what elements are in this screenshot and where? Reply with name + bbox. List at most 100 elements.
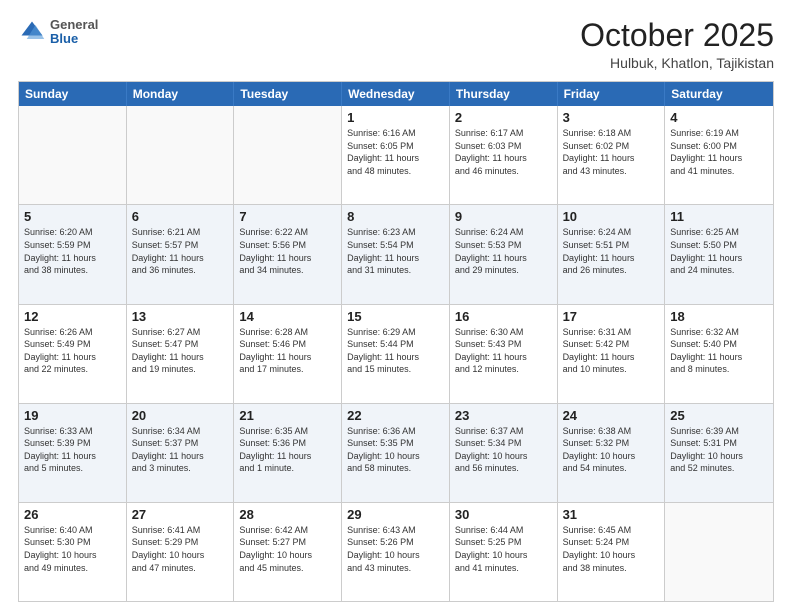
day-info: Sunrise: 6:24 AM Sunset: 5:51 PM Dayligh… — [563, 226, 660, 276]
day-info: Sunrise: 6:20 AM Sunset: 5:59 PM Dayligh… — [24, 226, 121, 276]
day-number: 30 — [455, 507, 552, 522]
day-number: 21 — [239, 408, 336, 423]
day-info: Sunrise: 6:17 AM Sunset: 6:03 PM Dayligh… — [455, 127, 552, 177]
header-day-sunday: Sunday — [19, 82, 127, 106]
calendar-cell: 19 Sunrise: 6:33 AM Sunset: 5:39 PM Dayli… — [19, 404, 127, 502]
location: Hulbuk, Khatlon, Tajikistan — [580, 55, 774, 71]
page: General Blue October 2025 Hulbuk, Khatlo… — [0, 0, 792, 612]
day-number: 13 — [132, 309, 229, 324]
calendar-cell: 5 Sunrise: 6:20 AM Sunset: 5:59 PM Daylig… — [19, 205, 127, 303]
day-number: 27 — [132, 507, 229, 522]
day-number: 3 — [563, 110, 660, 125]
day-number: 23 — [455, 408, 552, 423]
day-number: 12 — [24, 309, 121, 324]
day-info: Sunrise: 6:41 AM Sunset: 5:29 PM Dayligh… — [132, 524, 229, 574]
day-info: Sunrise: 6:38 AM Sunset: 5:32 PM Dayligh… — [563, 425, 660, 475]
day-info: Sunrise: 6:29 AM Sunset: 5:44 PM Dayligh… — [347, 326, 444, 376]
calendar-cell: 26Sunrise: 6:40 AM Sunset: 5:30 PM Dayli… — [19, 503, 127, 601]
day-number: 29 — [347, 507, 444, 522]
day-info: Sunrise: 6:23 AM Sunset: 5:54 PM Dayligh… — [347, 226, 444, 276]
logo-text: General Blue — [50, 18, 98, 47]
calendar-cell: 9 Sunrise: 6:24 AM Sunset: 5:53 PM Daylig… — [450, 205, 558, 303]
calendar-body: 1 Sunrise: 6:16 AM Sunset: 6:05 PM Daylig… — [19, 106, 773, 601]
day-info: Sunrise: 6:31 AM Sunset: 5:42 PM Dayligh… — [563, 326, 660, 376]
calendar-cell — [19, 106, 127, 204]
calendar-cell: 31 Sunrise: 6:45 AM Sunset: 5:24 PM Dayli… — [558, 503, 666, 601]
day-number: 11 — [670, 209, 768, 224]
day-number: 10 — [563, 209, 660, 224]
calendar-cell: 25Sunrise: 6:39 AM Sunset: 5:31 PM Dayli… — [665, 404, 773, 502]
day-info: Sunrise: 6:30 AM Sunset: 5:43 PM Dayligh… — [455, 326, 552, 376]
calendar-row-2: 12Sunrise: 6:26 AM Sunset: 5:49 PM Dayli… — [19, 305, 773, 404]
day-info: Sunrise: 6:33 AM Sunset: 5:39 PM Dayligh… — [24, 425, 121, 475]
calendar-cell: 15 Sunrise: 6:29 AM Sunset: 5:44 PM Dayli… — [342, 305, 450, 403]
calendar-cell — [127, 106, 235, 204]
day-number: 8 — [347, 209, 444, 224]
calendar-row-4: 26Sunrise: 6:40 AM Sunset: 5:30 PM Dayli… — [19, 503, 773, 601]
calendar-cell: 17 Sunrise: 6:31 AM Sunset: 5:42 PM Dayli… — [558, 305, 666, 403]
day-number: 20 — [132, 408, 229, 423]
calendar-cell: 30Sunrise: 6:44 AM Sunset: 5:25 PM Dayli… — [450, 503, 558, 601]
day-number: 25 — [670, 408, 768, 423]
calendar-cell: 1 Sunrise: 6:16 AM Sunset: 6:05 PM Daylig… — [342, 106, 450, 204]
day-number: 31 — [563, 507, 660, 522]
day-info: Sunrise: 6:43 AM Sunset: 5:26 PM Dayligh… — [347, 524, 444, 574]
calendar-row-0: 1 Sunrise: 6:16 AM Sunset: 6:05 PM Daylig… — [19, 106, 773, 205]
logo: General Blue — [18, 18, 98, 47]
calendar-cell — [665, 503, 773, 601]
day-info: Sunrise: 6:24 AM Sunset: 5:53 PM Dayligh… — [455, 226, 552, 276]
calendar-cell: 22 Sunrise: 6:36 AM Sunset: 5:35 PM Dayli… — [342, 404, 450, 502]
day-number: 28 — [239, 507, 336, 522]
header: General Blue October 2025 Hulbuk, Khatlo… — [18, 18, 774, 71]
calendar-cell: 8 Sunrise: 6:23 AM Sunset: 5:54 PM Daylig… — [342, 205, 450, 303]
day-number: 16 — [455, 309, 552, 324]
day-number: 4 — [670, 110, 768, 125]
day-info: Sunrise: 6:22 AM Sunset: 5:56 PM Dayligh… — [239, 226, 336, 276]
day-info: Sunrise: 6:32 AM Sunset: 5:40 PM Dayligh… — [670, 326, 768, 376]
day-info: Sunrise: 6:45 AM Sunset: 5:24 PM Dayligh… — [563, 524, 660, 574]
calendar-row-3: 19 Sunrise: 6:33 AM Sunset: 5:39 PM Dayli… — [19, 404, 773, 503]
header-day-monday: Monday — [127, 82, 235, 106]
calendar-row-1: 5 Sunrise: 6:20 AM Sunset: 5:59 PM Daylig… — [19, 205, 773, 304]
day-number: 7 — [239, 209, 336, 224]
calendar-cell: 2 Sunrise: 6:17 AM Sunset: 6:03 PM Daylig… — [450, 106, 558, 204]
day-info: Sunrise: 6:36 AM Sunset: 5:35 PM Dayligh… — [347, 425, 444, 475]
month-title: October 2025 — [580, 18, 774, 53]
day-info: Sunrise: 6:34 AM Sunset: 5:37 PM Dayligh… — [132, 425, 229, 475]
logo-icon — [18, 18, 46, 46]
calendar-cell: 10 Sunrise: 6:24 AM Sunset: 5:51 PM Dayli… — [558, 205, 666, 303]
header-day-saturday: Saturday — [665, 82, 773, 106]
day-number: 1 — [347, 110, 444, 125]
calendar-cell: 16 Sunrise: 6:30 AM Sunset: 5:43 PM Dayli… — [450, 305, 558, 403]
calendar-cell: 27 Sunrise: 6:41 AM Sunset: 5:29 PM Dayli… — [127, 503, 235, 601]
logo-blue: Blue — [50, 32, 98, 46]
day-info: Sunrise: 6:37 AM Sunset: 5:34 PM Dayligh… — [455, 425, 552, 475]
day-number: 26 — [24, 507, 121, 522]
calendar-cell: 28Sunrise: 6:42 AM Sunset: 5:27 PM Dayli… — [234, 503, 342, 601]
day-info: Sunrise: 6:27 AM Sunset: 5:47 PM Dayligh… — [132, 326, 229, 376]
calendar-cell: 20 Sunrise: 6:34 AM Sunset: 5:37 PM Dayli… — [127, 404, 235, 502]
calendar-cell: 11 Sunrise: 6:25 AM Sunset: 5:50 PM Dayli… — [665, 205, 773, 303]
day-info: Sunrise: 6:16 AM Sunset: 6:05 PM Dayligh… — [347, 127, 444, 177]
day-number: 15 — [347, 309, 444, 324]
calendar-cell: 29 Sunrise: 6:43 AM Sunset: 5:26 PM Dayli… — [342, 503, 450, 601]
calendar-cell: 12Sunrise: 6:26 AM Sunset: 5:49 PM Dayli… — [19, 305, 127, 403]
day-info: Sunrise: 6:35 AM Sunset: 5:36 PM Dayligh… — [239, 425, 336, 475]
logo-general: General — [50, 18, 98, 32]
day-info: Sunrise: 6:25 AM Sunset: 5:50 PM Dayligh… — [670, 226, 768, 276]
calendar-cell: 21 Sunrise: 6:35 AM Sunset: 5:36 PM Dayli… — [234, 404, 342, 502]
header-day-wednesday: Wednesday — [342, 82, 450, 106]
day-number: 22 — [347, 408, 444, 423]
header-day-tuesday: Tuesday — [234, 82, 342, 106]
calendar-cell: 18 Sunrise: 6:32 AM Sunset: 5:40 PM Dayli… — [665, 305, 773, 403]
day-number: 2 — [455, 110, 552, 125]
day-number: 19 — [24, 408, 121, 423]
day-number: 24 — [563, 408, 660, 423]
day-number: 9 — [455, 209, 552, 224]
day-number: 5 — [24, 209, 121, 224]
header-day-thursday: Thursday — [450, 82, 558, 106]
day-number: 17 — [563, 309, 660, 324]
calendar-cell: 13 Sunrise: 6:27 AM Sunset: 5:47 PM Dayli… — [127, 305, 235, 403]
day-number: 18 — [670, 309, 768, 324]
day-info: Sunrise: 6:28 AM Sunset: 5:46 PM Dayligh… — [239, 326, 336, 376]
